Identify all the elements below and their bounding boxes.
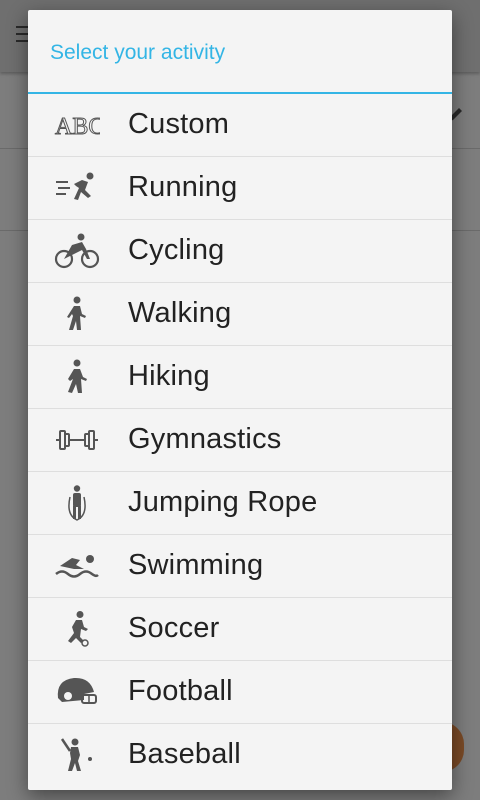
baseball-icon bbox=[54, 737, 100, 773]
activity-label: Swimming bbox=[128, 549, 264, 581]
activity-label: Baseball bbox=[128, 738, 241, 770]
activity-item-custom[interactable]: ABC Custom bbox=[28, 94, 452, 157]
activity-item-soccer[interactable]: Soccer bbox=[28, 598, 452, 661]
activity-item-hiking[interactable]: Hiking bbox=[28, 346, 452, 409]
jump-rope-icon bbox=[54, 485, 100, 521]
dumbbell-icon bbox=[54, 422, 100, 458]
activity-label: Custom bbox=[128, 108, 230, 140]
cycling-icon bbox=[54, 233, 100, 269]
activity-label: Running bbox=[128, 171, 238, 203]
activity-label: Walking bbox=[128, 297, 232, 329]
swimming-icon bbox=[54, 548, 100, 584]
activity-item-football[interactable]: Football bbox=[28, 661, 452, 724]
football-helmet-icon bbox=[54, 674, 100, 710]
running-icon bbox=[54, 170, 100, 206]
dialog-title: Select your activity bbox=[28, 10, 452, 94]
walking-icon bbox=[54, 296, 100, 332]
activity-item-gymnastics[interactable]: Gymnastics bbox=[28, 409, 452, 472]
hiking-icon bbox=[54, 359, 100, 395]
activity-label: Football bbox=[128, 675, 233, 707]
svg-text:ABC: ABC bbox=[55, 114, 100, 140]
activity-label: Hiking bbox=[128, 360, 210, 392]
activity-label: Cycling bbox=[128, 234, 225, 266]
activity-item-walking[interactable]: Walking bbox=[28, 283, 452, 346]
activity-label: Gymnastics bbox=[128, 423, 282, 455]
activity-dialog: Select your activity ABC Custom Running bbox=[28, 10, 452, 790]
activity-item-jumping-rope[interactable]: Jumping Rope bbox=[28, 472, 452, 535]
activity-item-baseball[interactable]: Baseball bbox=[28, 724, 452, 786]
activity-item-swimming[interactable]: Swimming bbox=[28, 535, 452, 598]
activity-list: ABC Custom Running Cycling Walking Hikin… bbox=[28, 94, 452, 786]
activity-item-cycling[interactable]: Cycling bbox=[28, 220, 452, 283]
abc-icon: ABC bbox=[54, 107, 101, 143]
activity-item-running[interactable]: Running bbox=[28, 157, 452, 220]
activity-label: Jumping Rope bbox=[128, 486, 318, 518]
soccer-icon bbox=[54, 611, 100, 647]
activity-label: Soccer bbox=[128, 612, 220, 644]
